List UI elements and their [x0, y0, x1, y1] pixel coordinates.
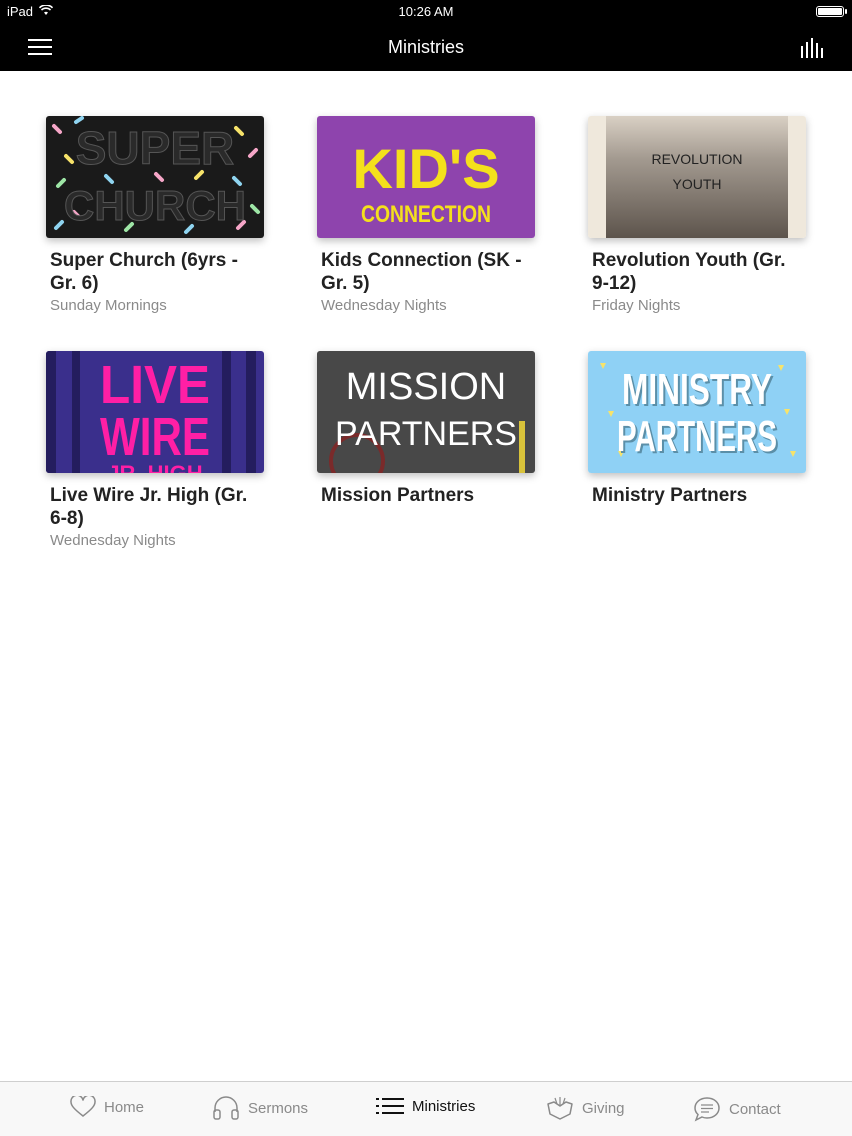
svg-text:MISSION: MISSION	[346, 366, 506, 408]
svg-text:PARTNERS: PARTNERS	[617, 412, 777, 461]
battery-fill	[818, 8, 842, 15]
ministry-title: Revolution Youth (Gr. 9-12)	[592, 250, 786, 294]
svg-text:SUPER: SUPER	[76, 122, 234, 174]
chat-bubble-icon	[693, 1096, 721, 1122]
equalizer-bars-icon[interactable]	[800, 38, 826, 58]
svg-text:KID'S: KID'S	[352, 137, 499, 200]
list-icon	[376, 1096, 404, 1116]
ministry-card-ministry-partners[interactable]: MINISTRY MINISTRY PARTNERS PARTNERS Mini…	[588, 351, 806, 507]
tab-bar: Home Sermons Ministries Giving Contact	[0, 1081, 852, 1136]
tab-label: Sermons	[248, 1099, 309, 1117]
ministry-title: Mission Partners	[321, 485, 475, 506]
tab-sermons[interactable]: Sermons	[212, 1096, 308, 1120]
tab-label: Home	[104, 1098, 145, 1116]
super-church-thumbnail: SUPER CHURCH	[46, 116, 264, 238]
status-time: 10:26 AM	[398, 4, 454, 19]
ministry-schedule: Wednesday Nights	[321, 297, 447, 314]
ministry-partners-thumbnail: MINISTRY MINISTRY PARTNERS PARTNERS	[588, 351, 806, 473]
ministry-title: Kids Connection (SK - Gr. 5)	[321, 250, 522, 294]
svg-text:WIRE: WIRE	[100, 407, 210, 467]
ministry-schedule: Friday Nights	[592, 297, 681, 314]
navigation-bar: Ministries	[0, 22, 852, 71]
svg-text:LIVE: LIVE	[100, 355, 210, 415]
ministry-schedule: Sunday Mornings	[50, 297, 167, 314]
tab-label: Giving	[582, 1099, 625, 1117]
tab-ministries[interactable]: Ministries	[376, 1096, 475, 1116]
status-bar: iPad 10:26 AM	[0, 0, 852, 22]
svg-text:CONNECTION: CONNECTION	[361, 201, 491, 228]
ministry-title: Live Wire Jr. High (Gr. 6-8)	[50, 485, 248, 529]
svg-text:MINISTRY: MINISTRY	[622, 365, 772, 414]
ministry-card-super-church[interactable]: SUPER CHURCH Super Church (6yrs - Gr. 6)…	[46, 116, 264, 314]
ministry-card-live-wire[interactable]: LIVE WIRE JR. HIGH Live Wire Jr. High (G…	[46, 351, 264, 549]
svg-text:JR. HIGH: JR. HIGH	[107, 461, 202, 473]
giving-hands-icon	[546, 1096, 574, 1120]
tab-label: Contact	[729, 1100, 781, 1118]
tab-label: Ministries	[412, 1097, 476, 1115]
ministry-title: Super Church (6yrs - Gr. 6)	[50, 250, 238, 294]
ministry-title: Ministry Partners	[592, 485, 748, 506]
mission-partners-thumbnail: MISSION PARTNERS	[317, 351, 535, 473]
tab-home[interactable]: Home	[70, 1096, 144, 1118]
ministry-card-kids-connection[interactable]: KID'S CONNECTION Kids Connection (SK - G…	[317, 116, 535, 314]
kids-connection-thumbnail: KID'S CONNECTION	[317, 116, 535, 238]
ministry-schedule: Wednesday Nights	[50, 532, 176, 549]
page-title: Ministries	[387, 37, 464, 57]
tab-giving[interactable]: Giving	[546, 1096, 625, 1120]
ministry-card-revolution-youth[interactable]: REVOLUTION YOUTH Revolution Youth (Gr. 9…	[588, 116, 806, 314]
svg-text:REVOLUTION: REVOLUTION	[651, 151, 742, 167]
revolution-youth-thumbnail: REVOLUTION YOUTH	[588, 116, 806, 238]
battery-icon	[816, 6, 847, 17]
live-wire-thumbnail: LIVE WIRE JR. HIGH	[46, 351, 264, 473]
headphones-icon	[212, 1096, 240, 1120]
ministry-card-mission-partners[interactable]: MISSION PARTNERS Mission Partners	[317, 351, 535, 507]
heart-icon	[70, 1096, 96, 1118]
tab-contact[interactable]: Contact	[693, 1096, 781, 1122]
svg-text:PARTNERS: PARTNERS	[335, 415, 517, 453]
svg-text:YOUTH: YOUTH	[673, 176, 722, 192]
svg-text:CHURCH: CHURCH	[64, 182, 246, 229]
